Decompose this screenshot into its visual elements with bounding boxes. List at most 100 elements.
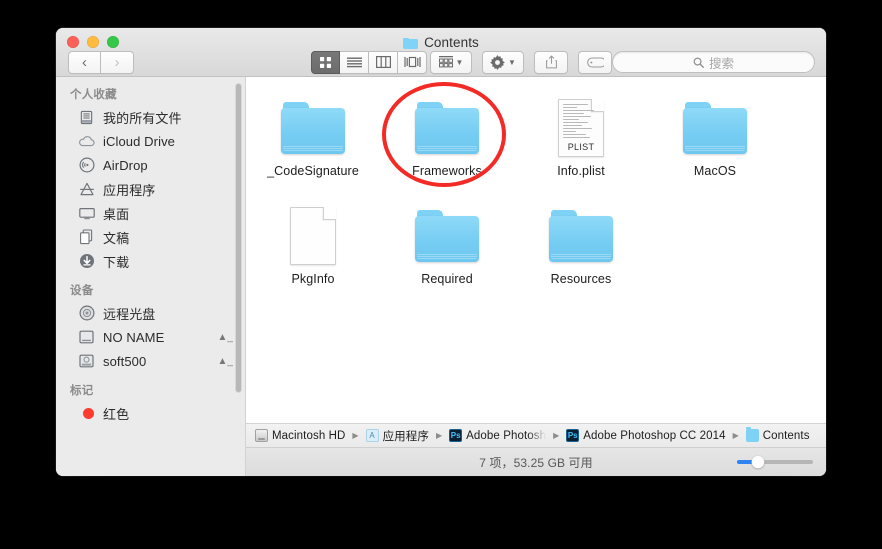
- cover-flow-button[interactable]: [398, 50, 427, 74]
- grid-icon: [320, 56, 331, 68]
- sidebar-scrollbar[interactable]: [235, 83, 242, 393]
- breadcrumb-macintosh-hd[interactable]: Macintosh HD: [255, 429, 345, 442]
- breadcrumb-contents[interactable]: Contents: [745, 427, 810, 442]
- share-icon: [545, 55, 557, 69]
- documents-icon: [78, 229, 95, 246]
- file-item-frameworks[interactable]: Frameworks: [380, 89, 514, 197]
- sidebar-item-soft500[interactable]: soft500 ▲_: [56, 349, 245, 373]
- sidebar-item-documents[interactable]: 文稿: [56, 225, 245, 249]
- breadcrumb-label: 应用程序: [382, 430, 429, 443]
- icon-size-slider[interactable]: [737, 455, 813, 469]
- breadcrumb-applications[interactable]: 应用程序: [365, 428, 429, 444]
- forward-button[interactable]: ›: [101, 50, 134, 74]
- sidebar-item-label: 下载: [103, 254, 130, 270]
- sidebar-item-red-tag[interactable]: 红色: [56, 401, 245, 425]
- path-bar: Macintosh HD ▶ 应用程序 ▶ Ps Adobe Photosh ▶…: [246, 423, 826, 447]
- titlebar: Contents ‹ › ▼ ▼ 搜索: [56, 28, 826, 77]
- breadcrumb-label: Contents: [762, 429, 810, 442]
- icon-grid: _CodeSignature Frameworks PLIST Info.pli…: [246, 77, 826, 305]
- breadcrumb-label: Macintosh HD: [272, 429, 346, 442]
- file-name: _CodeSignature: [267, 164, 359, 178]
- sidebar: 个人收藏 我的所有文件 iCloud Drive AirDrop 应用程序 桌面…: [56, 77, 246, 476]
- folder-icon: [415, 210, 479, 262]
- sidebar-section-favorites-header: 个人收藏: [70, 89, 117, 101]
- breadcrumb-label: Adobe Photosh: [466, 429, 547, 442]
- columns-icon: [375, 56, 391, 68]
- search-container: 搜索: [612, 51, 815, 73]
- window-body: 个人收藏 我的所有文件 iCloud Drive AirDrop 应用程序 桌面…: [56, 77, 826, 476]
- sidebar-item-applications[interactable]: 应用程序: [56, 177, 245, 201]
- downloads-icon: [78, 253, 95, 270]
- arrange-icon: [438, 56, 453, 68]
- chevron-right-icon: ›: [114, 53, 120, 71]
- sidebar-item-downloads[interactable]: 下载: [56, 249, 245, 273]
- file-name: PkgInfo: [291, 272, 335, 286]
- sidebar-item-label: 远程光盘: [103, 306, 156, 322]
- sidebar-item-label: AirDrop: [103, 157, 148, 173]
- sidebar-item-label: iCloud Drive: [103, 133, 176, 149]
- toolbar-actions: ▼ ▼: [430, 50, 612, 74]
- cloud-icon: [78, 133, 95, 150]
- back-button[interactable]: ‹: [68, 50, 101, 74]
- file-item-required[interactable]: Required: [380, 197, 514, 305]
- sidebar-item-airdrop[interactable]: AirDrop: [56, 153, 245, 177]
- sidebar-item-label: 桌面: [103, 206, 130, 222]
- toolbar: ‹ › ▼ ▼ 搜索: [56, 47, 826, 77]
- breadcrumb-label: Adobe Photoshop CC 2014: [583, 429, 726, 442]
- plist-document-icon: PLIST: [558, 99, 604, 157]
- sidebar-item-remote-disc[interactable]: 远程光盘: [56, 301, 245, 325]
- photoshop-icon: Ps: [449, 429, 463, 442]
- status-bar: 7 项，53.25 GB 可用: [246, 447, 826, 476]
- chevron-left-icon: ‹: [82, 53, 87, 71]
- sidebar-item-no-name[interactable]: NO NAME ▲_: [56, 325, 245, 349]
- share-button[interactable]: [534, 50, 568, 74]
- icon-row: _CodeSignature Frameworks PLIST Info.pli…: [246, 89, 826, 197]
- airdrop-icon: [78, 157, 95, 174]
- applications-icon: [78, 181, 95, 198]
- folder-icon: [683, 102, 747, 154]
- arrange-button[interactable]: ▼: [430, 50, 472, 74]
- breadcrumb-separator: ▶: [352, 431, 359, 440]
- icon-box: [683, 95, 747, 161]
- icon-box: [290, 203, 336, 269]
- list-icon: [346, 57, 362, 67]
- sidebar-item-label: 红色: [103, 406, 130, 422]
- file-item-codesignature[interactable]: _CodeSignature: [246, 89, 380, 197]
- gear-icon: [490, 54, 505, 70]
- breadcrumb-adobe-photoshop-cc-2014[interactable]: Ps Adobe Photoshop CC 2014: [566, 429, 725, 442]
- icon-box: [281, 95, 345, 161]
- sidebar-item-desktop[interactable]: 桌面: [56, 201, 245, 225]
- plist-badge: PLIST: [567, 142, 595, 152]
- sidebar-section-tags-header: 标记: [70, 385, 94, 397]
- folder-icon: [549, 210, 613, 262]
- list-view-button[interactable]: [340, 50, 369, 74]
- file-browser-content[interactable]: _CodeSignature Frameworks PLIST Info.pli…: [246, 77, 826, 476]
- tag-button[interactable]: [578, 50, 612, 74]
- icon-box: [415, 203, 479, 269]
- action-button[interactable]: ▼: [482, 50, 524, 74]
- column-view-button[interactable]: [369, 50, 398, 74]
- sidebar-item-label: 我的所有文件: [103, 110, 182, 126]
- icon-view-button[interactable]: [311, 50, 340, 74]
- sidebar-item-label: 应用程序: [103, 182, 156, 198]
- file-item-resources[interactable]: Resources: [514, 197, 648, 305]
- sidebar-item-all-my-files[interactable]: 我的所有文件: [56, 105, 245, 129]
- file-name: Info.plist: [557, 164, 605, 178]
- chevron-down-icon: ▼: [455, 57, 464, 67]
- view-mode-buttons: [311, 50, 427, 74]
- desktop-icon: [78, 205, 95, 222]
- eject-icon[interactable]: ▲_: [218, 332, 233, 343]
- search-input[interactable]: 搜索: [612, 51, 815, 73]
- file-item-info-plist[interactable]: PLIST Info.plist: [514, 89, 648, 197]
- file-item-macos[interactable]: MacOS: [648, 89, 782, 197]
- applications-icon: [365, 429, 379, 442]
- file-name: MacOS: [693, 164, 737, 178]
- folder-icon: [745, 427, 759, 442]
- breadcrumb-adobe-photoshop[interactable]: Ps Adobe Photosh: [449, 429, 546, 442]
- file-item-pkginfo[interactable]: PkgInfo: [246, 197, 380, 305]
- sidebar-item-label: 文稿: [103, 230, 130, 246]
- sidebar-item-icloud-drive[interactable]: iCloud Drive: [56, 129, 245, 153]
- eject-icon[interactable]: ▲_: [218, 356, 233, 367]
- photoshop-icon: Ps: [566, 429, 580, 442]
- icon-box: [549, 203, 613, 269]
